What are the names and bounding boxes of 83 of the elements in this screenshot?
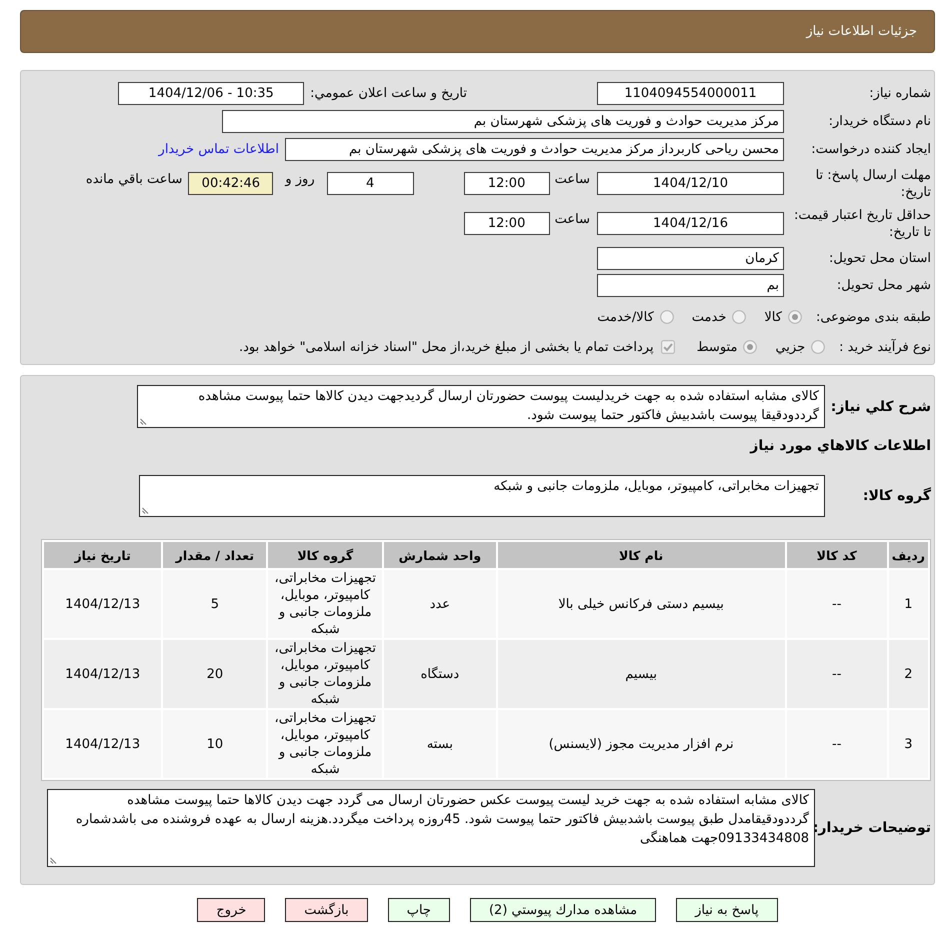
table-cell: --	[786, 710, 887, 778]
column-header: واحد شمارش	[384, 542, 496, 568]
city-label: شهر محل تحویل:	[836, 277, 931, 294]
resize-grip-icon[interactable]	[142, 506, 150, 514]
option-label: خدمت	[692, 310, 726, 324]
requester-field[interactable]: محسن ریاحی کاربرداز مرکز مدیریت حوادث و فوریت های پزشکی شهرستان بم	[285, 138, 784, 161]
reply-date-field[interactable]: 1404/12/10	[597, 172, 784, 195]
reply-button[interactable]: پاسخ به نياز	[676, 898, 778, 922]
table-cell: 10	[163, 710, 266, 778]
table-cell: 20	[163, 640, 266, 708]
option-label: کالا	[764, 310, 782, 324]
table-cell: دستگاه	[384, 640, 496, 708]
table-cell: 1	[888, 570, 928, 638]
table-cell: 1404/12/13	[44, 640, 162, 708]
column-header: نام کالا	[498, 542, 785, 568]
radio-button[interactable]	[732, 310, 746, 324]
validity-time-field[interactable]: 12:00	[464, 212, 550, 235]
column-header: تاریخ نیاز	[44, 542, 162, 568]
table-cell: 1404/12/13	[44, 570, 162, 638]
treasury-note: پرداخت تمام یا بخشی از مبلغ خرید،از محل "اسناد خزانه اسلامی" خواهد بود.	[239, 340, 654, 354]
validity-time-label: ساعت	[554, 212, 590, 227]
attachments-button[interactable]: مشاهده مدارك پيوستي (2)	[470, 898, 656, 922]
table-cell: تجهیزات مخابراتی، کامپیوتر، موبایل، ملزومات جانبی و شبکه	[268, 570, 382, 638]
province-field[interactable]: کرمان	[597, 247, 784, 270]
table-cell: تجهیزات مخابراتی، کامپیوتر، موبایل، ملزومات جانبی و شبکه	[268, 640, 382, 708]
table-cell: تجهیزات مخابراتی، کامپیوتر، موبایل، ملزومات جانبی و شبکه	[268, 710, 382, 778]
table-cell: بیسیم	[498, 640, 785, 708]
option-label: متوسط	[696, 340, 738, 354]
radio-button[interactable]	[743, 340, 758, 354]
validity-date-field[interactable]: 1404/12/16	[597, 212, 784, 235]
radio-button[interactable]	[660, 310, 674, 324]
days-label: روز و	[285, 172, 315, 187]
goods-section-heading: اطلاعات كالاهاي مورد نياز	[748, 437, 931, 455]
days-field[interactable]: 4	[326, 172, 414, 195]
province-label: استان محل تحویل:	[828, 250, 931, 267]
announcement-label: تاریخ و ساعت اعلان عمومي:	[310, 86, 467, 101]
table-cell: بسته	[384, 710, 496, 778]
back-button[interactable]: بازگشت	[285, 898, 368, 922]
table-cell: 5	[163, 570, 266, 638]
option-label: جزيي	[775, 340, 806, 354]
column-header: ردیف	[888, 542, 928, 568]
buyer-name-label: نام دستگاه خریدار:	[828, 113, 931, 130]
description-field[interactable]: کالای مشابه استفاده شده به جهت خریدلیست پیوست حضورتان ارسال گردیدجهت دیدن کالاها حتما پیوست مشاهده گرددودقیقا پیوست باشدبیش فاکتور حتما پیوست شود.	[137, 385, 825, 428]
description-label: شرح کلي نياز:	[830, 398, 931, 414]
process-label: نوع فرآیند خرید :	[839, 340, 931, 354]
buyer-notes-field[interactable]: کالای مشابه استفاده شده به جهت خرید لیست پیوست عکس حضورتان ارسال می گردد جهت دیدن کالاها حتما پیوست مشاهده گرددودقیقامدل طبق پیوست باشدبیش فاکتور حتما پیوست شود. 45روزه پرداخت میگردد.هزینه ارسال به عهده فروشنده می باشدشماره 09133434808جهت هماهنگی	[47, 789, 815, 867]
option-label: کالا/خدمت	[597, 310, 654, 324]
need-number-label: شماره نیاز:	[868, 85, 931, 102]
resize-grip-icon[interactable]	[140, 417, 148, 425]
reply-deadline-label: مهلت ارسال پاسخ: تا تاریخ:	[814, 167, 931, 201]
checkbox[interactable]	[660, 340, 675, 354]
remaining-time-label: ساعت باقي مانده	[86, 172, 182, 187]
table-cell: 1404/12/13	[44, 710, 162, 778]
radio-button[interactable]	[788, 310, 802, 324]
goods-group-field[interactable]: تجهیزات مخابراتی، کامپیوتر، موبایل، ملزومات جانبی و شبکه	[139, 475, 825, 517]
radio-button[interactable]	[811, 340, 826, 354]
requester-label: ایجاد کننده درخواست:	[810, 141, 931, 158]
price-validity-label: حداقل تاریخ اعتبار قیمت: تا تاریخ:	[792, 207, 931, 241]
resize-grip-icon[interactable]	[50, 856, 58, 864]
page-title: جزئیات اطلاعات نیاز	[806, 24, 917, 39]
print-button[interactable]: چاپ	[388, 898, 450, 922]
contact-info-link[interactable]: اطلاعات تماس خریدار	[158, 142, 279, 157]
buyer-name-field[interactable]: مرکز مدیریت حوادث و فوریت های پزشکی شهرستان بم	[222, 110, 784, 133]
goods-group-label: گروه کالا:	[862, 488, 931, 504]
reply-time-field[interactable]: 12:00	[464, 172, 550, 195]
table-cell: بیسیم دستی فرکانس خیلی بالا	[498, 570, 785, 638]
table-cell: 2	[888, 640, 928, 708]
announcement-date-field[interactable]: 1404/12/06 - 10:35	[118, 82, 304, 105]
remaining-time-field[interactable]: 00:42:46	[188, 172, 274, 195]
table-cell: عدد	[384, 570, 496, 638]
category-label: طبقه بندی موضوعی:	[816, 310, 931, 324]
column-header: کد کالا	[786, 542, 887, 568]
city-field[interactable]: بم	[597, 274, 784, 297]
reply-time-label: ساعت	[554, 172, 590, 187]
table-cell: --	[786, 640, 887, 708]
buyer-notes-label: توضیحات خریدار:	[815, 820, 931, 836]
table-cell: --	[786, 570, 887, 638]
need-number-field[interactable]: 1104094554000011	[597, 82, 784, 105]
exit-button[interactable]: خروج	[197, 898, 266, 922]
table-cell: نرم افزار مدیریت مجوز (لایسنس)	[498, 710, 785, 778]
column-header: گروه کالا	[268, 542, 382, 568]
table-cell: 3	[888, 710, 928, 778]
column-header: تعداد / مقدار	[163, 542, 266, 568]
